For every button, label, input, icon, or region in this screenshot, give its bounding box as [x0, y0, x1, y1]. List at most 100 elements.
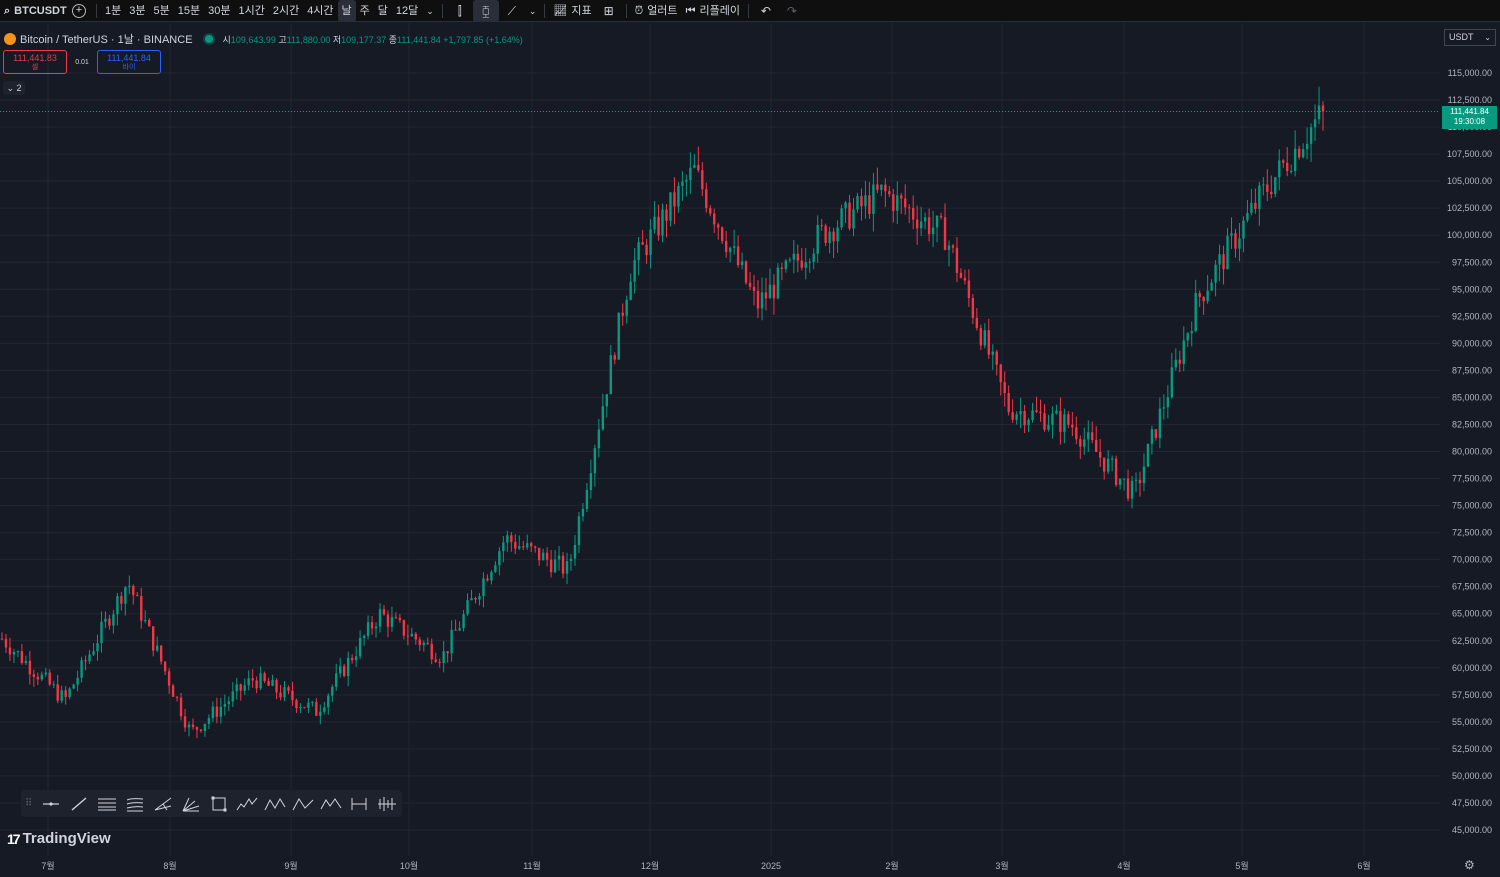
candle-body — [128, 585, 131, 588]
candle-body — [136, 595, 139, 597]
time-tick-label: 5월 — [1235, 860, 1248, 871]
bar-style-icon[interactable]: ⫿ — [447, 0, 473, 22]
timeframe-button[interactable]: 30분 — [204, 0, 234, 22]
candle-body — [1202, 297, 1205, 302]
candle-body — [402, 620, 406, 636]
low-label: 저 — [332, 34, 342, 45]
timeframe-button[interactable]: 2시간 — [269, 0, 303, 22]
undo-icon[interactable]: ↶ — [753, 0, 779, 22]
trend-line-tool-icon[interactable] — [65, 790, 93, 817]
candle-body — [844, 202, 847, 209]
candle-body — [601, 406, 605, 430]
candle-body — [450, 629, 453, 654]
timeframe-button[interactable]: 4시간 — [303, 0, 337, 22]
currency-select[interactable]: USDT ⌄ — [1444, 29, 1496, 46]
fib-retracement-tool-icon[interactable] — [121, 790, 149, 817]
price-tick-label: 100,000.00 — [1447, 230, 1492, 240]
sell-button[interactable]: 111,441.83 셀 — [3, 50, 67, 74]
candle-body — [991, 351, 994, 355]
price-tick-label: 65,000.00 — [1452, 609, 1492, 619]
candle-body — [645, 244, 648, 256]
candle-body — [1182, 340, 1185, 364]
candle-body — [888, 191, 891, 195]
layout-grid-icon[interactable]: ⊞ — [596, 0, 622, 22]
timeframe-button[interactable]: 5분 — [150, 0, 174, 22]
candle-body — [144, 620, 147, 622]
candle-body — [1230, 233, 1233, 236]
gann-fan-tool-icon[interactable] — [177, 790, 205, 817]
candle-body — [665, 209, 668, 221]
candle-body — [96, 643, 99, 652]
timeframe-button[interactable]: 달 — [374, 0, 392, 22]
parallel-channel-tool-icon[interactable] — [93, 790, 121, 817]
buy-button[interactable]: 111,441.84 바이 — [97, 50, 161, 74]
redo-icon[interactable]: ↷ — [779, 0, 805, 22]
candle-body — [140, 595, 143, 621]
line-chart-icon[interactable]: ⟋ — [499, 0, 525, 22]
timeframe-button[interactable]: 12달 — [392, 0, 422, 22]
abc-correction-tool-icon[interactable] — [289, 790, 317, 817]
candle-body — [239, 684, 242, 691]
elliott-wave-12345-tool-icon[interactable] — [233, 790, 261, 817]
candle-body — [24, 660, 28, 664]
candle-body — [486, 578, 489, 581]
candle-body — [740, 261, 744, 266]
candle-body — [518, 546, 521, 549]
long-position-tool-icon[interactable] — [373, 790, 401, 817]
abcd-pattern-tool-icon[interactable] — [261, 790, 289, 817]
date-range-tool-icon[interactable] — [345, 790, 373, 817]
rectangle-tool-icon[interactable] — [205, 790, 233, 817]
candle-body — [374, 626, 378, 629]
candle-body — [808, 261, 811, 263]
candle-body — [720, 227, 724, 242]
candle-body — [685, 180, 688, 182]
drag-handle-icon[interactable]: ⠿ — [25, 798, 37, 809]
candle-body — [108, 618, 111, 626]
price-tick-label: 95,000.00 — [1452, 284, 1492, 294]
candle-body — [171, 685, 175, 697]
candle-body — [983, 330, 987, 346]
compare-symbol-plus-icon[interactable]: + — [72, 3, 86, 18]
price-chart[interactable]: 45,000.00 47,500.00 50,000.00 52,500.00 55,0… — [0, 23, 1500, 877]
candle-body — [526, 543, 529, 548]
candle-body — [1150, 429, 1154, 444]
collapse-indicators-button[interactable]: ⌄ 2 — [3, 81, 25, 95]
candle-body — [1305, 143, 1309, 150]
symbol-title[interactable]: Bitcoin / TetherUS · 1날 · BINANCE — [20, 31, 193, 47]
time-tick-label: 10월 — [400, 860, 418, 871]
candle-body — [331, 686, 334, 696]
cursor-line-tool-icon[interactable] — [37, 790, 65, 817]
wxy-pattern-tool-icon[interactable] — [317, 790, 345, 817]
candle-body — [836, 227, 839, 242]
candle-body — [406, 635, 410, 637]
indicators-button[interactable]: 📈︎ 지표 — [549, 0, 595, 22]
timeframe-button[interactable]: 주 — [356, 0, 374, 22]
price-tick-label: 52,500.00 — [1452, 744, 1492, 754]
replay-button[interactable]: ⏮︎ 리플레이 — [682, 0, 744, 22]
alert-label: 얼러트 — [647, 4, 678, 17]
change-value: +1,797.85 (+1.64%) — [443, 34, 523, 45]
candle-body — [697, 164, 700, 171]
chart-type-chevron-icon[interactable]: ⌄ — [525, 0, 541, 22]
candle-body — [1063, 414, 1066, 432]
candle-body — [705, 189, 708, 209]
candle-body — [295, 700, 298, 709]
chart-settings-gear-icon[interactable]: ⚙ — [1464, 858, 1475, 872]
symbol-search[interactable]: ⌕ BTCUSDT — [0, 0, 68, 22]
candle-body — [669, 192, 672, 221]
candle-body — [553, 559, 557, 573]
timeframe-button[interactable]: 15분 — [174, 0, 204, 22]
candle-body — [1039, 411, 1042, 414]
pitchfork-tool-icon[interactable] — [149, 790, 177, 817]
timeframe-button[interactable]: 1분 — [101, 0, 125, 22]
timeframe-button[interactable]: 1시간 — [234, 0, 268, 22]
price-axis[interactable]: 45,000.00 47,500.00 50,000.00 52,500.00 55,0… — [1447, 68, 1492, 835]
close-value: 111,441.84 — [397, 34, 441, 45]
candle-body — [1274, 177, 1277, 195]
timeframe-button[interactable]: 날 — [337, 0, 356, 22]
alert-button[interactable]: ⏰︎ 얼러트 — [631, 0, 682, 22]
timeframe-button[interactable]: 3분 — [125, 0, 149, 22]
timeframe-dropdown-chevron-icon[interactable]: ⌄ — [422, 0, 438, 22]
candle-style-icon[interactable]: ⧮ — [472, 0, 499, 22]
candle-body — [541, 552, 545, 561]
